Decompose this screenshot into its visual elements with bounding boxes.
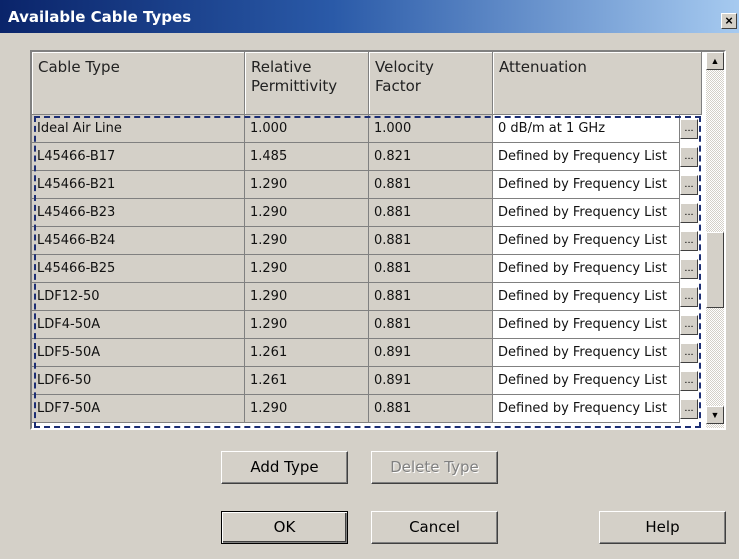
- column-header-relative-permittivity[interactable]: Relative Permittivity: [245, 52, 369, 115]
- attenuation-cell[interactable]: Defined by Frequency List: [493, 395, 680, 423]
- table-row[interactable]: L45466-B21 1.290 0.881 Defined by Frequency…: [32, 171, 702, 199]
- attenuation-cell[interactable]: Defined by Frequency List: [493, 367, 680, 395]
- table-body: Ideal Air Line 1.000 1.000 0 dB/m at 1 GHz.…: [32, 115, 702, 423]
- cancel-button[interactable]: Cancel: [371, 511, 498, 544]
- table-row[interactable]: LDF4-50A 1.290 0.881 Defined by Frequency L…: [32, 311, 702, 339]
- permittivity-cell[interactable]: 1.261: [245, 367, 369, 395]
- attenuation-cell[interactable]: Defined by Frequency List: [493, 199, 680, 227]
- add-type-button[interactable]: Add Type: [221, 451, 348, 484]
- column-header-velocity-factor[interactable]: Velocity Factor: [369, 52, 493, 115]
- permittivity-cell[interactable]: 1.485: [245, 143, 369, 171]
- column-header-attenuation[interactable]: Attenuation: [493, 52, 702, 115]
- table-row[interactable]: LDF5-50A 1.261 0.891 Defined by Frequency L…: [32, 339, 702, 367]
- table-row[interactable]: L45466-B17 1.485 0.821 Defined by Frequency…: [32, 143, 702, 171]
- attenuation-cell[interactable]: 0 dB/m at 1 GHz: [493, 115, 680, 143]
- velocity-factor-cell[interactable]: 0.891: [369, 339, 493, 367]
- column-header-cable-type[interactable]: Cable Type: [32, 52, 245, 115]
- help-button[interactable]: Help: [599, 511, 726, 544]
- attenuation-edit-button[interactable]: ...: [680, 259, 698, 279]
- cable-type-cell[interactable]: L45466-B25: [32, 255, 245, 283]
- cable-type-cell[interactable]: Ideal Air Line: [32, 115, 245, 143]
- attenuation-cell[interactable]: Defined by Frequency List: [493, 339, 680, 367]
- attenuation-edit-button[interactable]: ...: [680, 371, 698, 391]
- table-row[interactable]: Ideal Air Line 1.000 1.000 0 dB/m at 1 GHz.…: [32, 115, 702, 143]
- table-row[interactable]: LDF6-50 1.261 0.891 Defined by Frequency Li…: [32, 367, 702, 395]
- cable-type-cell[interactable]: L45466-B23: [32, 199, 245, 227]
- attenuation-cell[interactable]: Defined by Frequency List: [493, 255, 680, 283]
- permittivity-cell[interactable]: 1.290: [245, 255, 369, 283]
- velocity-factor-cell[interactable]: 0.881: [369, 283, 493, 311]
- attenuation-edit-button[interactable]: ...: [680, 315, 698, 335]
- attenuation-edit-button[interactable]: ...: [680, 119, 698, 139]
- title-bar: Available Cable Types ×: [0, 0, 739, 33]
- attenuation-cell[interactable]: Defined by Frequency List: [493, 227, 680, 255]
- attenuation-edit-button[interactable]: ...: [680, 203, 698, 223]
- attenuation-cell[interactable]: Defined by Frequency List: [493, 311, 680, 339]
- scroll-thumb[interactable]: [706, 232, 724, 308]
- attenuation-edit-button[interactable]: ...: [680, 147, 698, 167]
- velocity-factor-cell[interactable]: 0.881: [369, 227, 493, 255]
- velocity-factor-cell[interactable]: 0.881: [369, 395, 493, 423]
- attenuation-cell[interactable]: Defined by Frequency List: [493, 283, 680, 311]
- cable-types-grid[interactable]: Cable Type Relative Permittivity Velocit…: [30, 50, 726, 430]
- attenuation-edit-button[interactable]: ...: [680, 231, 698, 251]
- cable-type-cell[interactable]: L45466-B17: [32, 143, 245, 171]
- cable-type-cell[interactable]: LDF5-50A: [32, 339, 245, 367]
- cable-type-cell[interactable]: L45466-B21: [32, 171, 245, 199]
- permittivity-cell[interactable]: 1.290: [245, 311, 369, 339]
- table-row[interactable]: L45466-B25 1.290 0.881 Defined by Frequency…: [32, 255, 702, 283]
- permittivity-cell[interactable]: 1.261: [245, 339, 369, 367]
- velocity-factor-cell[interactable]: 0.881: [369, 255, 493, 283]
- dialog-title: Available Cable Types: [8, 8, 192, 26]
- velocity-factor-cell[interactable]: 0.821: [369, 143, 493, 171]
- velocity-factor-cell[interactable]: 0.891: [369, 367, 493, 395]
- table-row[interactable]: LDF7-50A 1.290 0.881 Defined by Frequency L…: [32, 395, 702, 423]
- permittivity-cell[interactable]: 1.290: [245, 171, 369, 199]
- velocity-factor-cell[interactable]: 1.000: [369, 115, 493, 143]
- velocity-factor-cell[interactable]: 0.881: [369, 199, 493, 227]
- attenuation-cell[interactable]: Defined by Frequency List: [493, 143, 680, 171]
- cable-type-cell[interactable]: LDF6-50: [32, 367, 245, 395]
- permittivity-cell[interactable]: 1.290: [245, 395, 369, 423]
- scroll-down-arrow-icon[interactable]: ▼: [706, 406, 724, 424]
- ok-button[interactable]: OK: [221, 511, 348, 544]
- velocity-factor-cell[interactable]: 0.881: [369, 311, 493, 339]
- cable-type-cell[interactable]: LDF12-50: [32, 283, 245, 311]
- delete-type-button[interactable]: Delete Type: [371, 451, 498, 484]
- attenuation-edit-button[interactable]: ...: [680, 343, 698, 363]
- table-row[interactable]: L45466-B24 1.290 0.881 Defined by Frequency…: [32, 227, 702, 255]
- permittivity-cell[interactable]: 1.290: [245, 283, 369, 311]
- close-button[interactable]: ×: [721, 13, 737, 29]
- cable-type-cell[interactable]: L45466-B24: [32, 227, 245, 255]
- attenuation-cell[interactable]: Defined by Frequency List: [493, 171, 680, 199]
- table-row[interactable]: LDF12-50 1.290 0.881 Defined by Frequency L…: [32, 283, 702, 311]
- attenuation-edit-button[interactable]: ...: [680, 287, 698, 307]
- permittivity-cell[interactable]: 1.290: [245, 227, 369, 255]
- attenuation-edit-button[interactable]: ...: [680, 399, 698, 419]
- velocity-factor-cell[interactable]: 0.881: [369, 171, 493, 199]
- cable-type-cell[interactable]: LDF4-50A: [32, 311, 245, 339]
- vertical-scrollbar[interactable]: ▲ ▼: [706, 52, 724, 428]
- permittivity-cell[interactable]: 1.000: [245, 115, 369, 143]
- cable-type-cell[interactable]: LDF7-50A: [32, 395, 245, 423]
- attenuation-edit-button[interactable]: ...: [680, 175, 698, 195]
- permittivity-cell[interactable]: 1.290: [245, 199, 369, 227]
- table-row[interactable]: L45466-B23 1.290 0.881 Defined by Frequency…: [32, 199, 702, 227]
- scroll-up-arrow-icon[interactable]: ▲: [706, 52, 724, 70]
